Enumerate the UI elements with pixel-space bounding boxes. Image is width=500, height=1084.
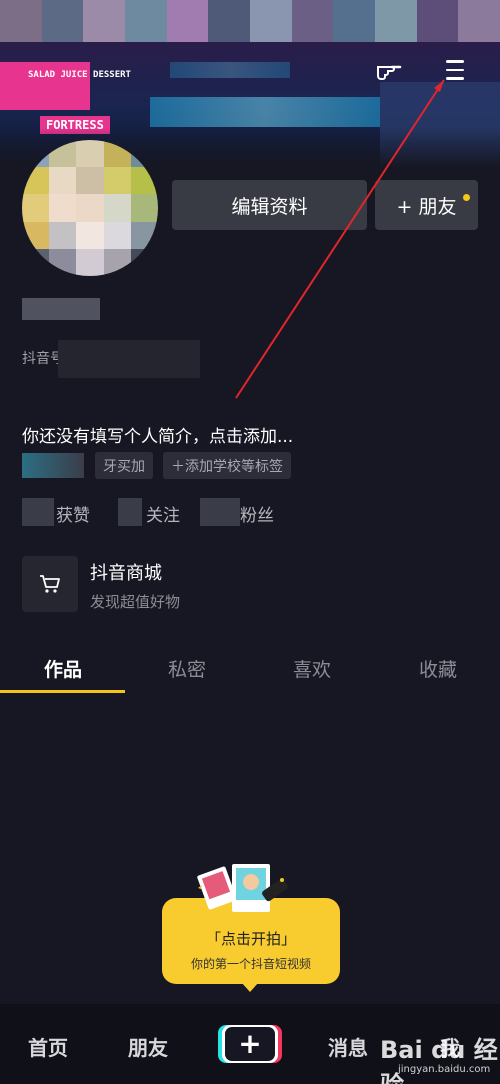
tab-favorites[interactable]: 收藏: [383, 655, 493, 682]
shop-title[interactable]: 抖音商城: [90, 559, 162, 585]
tab-likes[interactable]: 喜欢: [257, 655, 367, 682]
bio-placeholder[interactable]: 你还没有填写个人简介，点击添加...: [22, 422, 293, 447]
hamburger-menu-icon[interactable]: [440, 56, 470, 84]
plus-icon: +: [225, 1027, 275, 1061]
profile-page: SALAD JUICE DESSERT FORTRESS 编辑资料 + 朋友 抖…: [0, 0, 500, 1084]
tab-private[interactable]: 私密: [132, 655, 242, 682]
pointing-hand-icon[interactable]: [374, 56, 404, 84]
add-friend-label: + 朋友: [396, 195, 457, 218]
active-tab-indicator: [0, 690, 125, 693]
shoot-prompt-subtitle: 你的第一个抖音短视频: [190, 957, 311, 971]
avatar[interactable]: [22, 140, 158, 276]
likes-count-blurred: [22, 498, 54, 526]
likes-label[interactable]: 获赞: [56, 501, 90, 526]
add-school-tag[interactable]: ＋添加学校等标签: [163, 452, 291, 479]
username-blurred: [22, 298, 100, 320]
nav-messages[interactable]: 消息: [328, 1032, 368, 1061]
banner-mosaic: [0, 0, 500, 42]
shop-subtitle: 发现超值好物: [90, 593, 181, 611]
add-friend-button[interactable]: + 朋友: [375, 180, 478, 230]
camera-sticker-icon: [197, 864, 288, 912]
baidu-watermark-url: jingyan.baidu.com: [398, 1064, 491, 1075]
nav-home[interactable]: 首页: [28, 1032, 68, 1061]
tab-works[interactable]: 作品: [8, 655, 118, 682]
shopping-cart-icon[interactable]: [22, 556, 78, 612]
following-label[interactable]: 关注: [146, 501, 180, 526]
followers-count-blurred: [200, 498, 240, 526]
baidu-watermark: Bai du 经验: [380, 1036, 498, 1084]
create-video-button[interactable]: +: [222, 1025, 278, 1063]
edit-profile-button[interactable]: 编辑资料: [172, 180, 367, 230]
douyin-id-blurred: [58, 340, 200, 378]
banner-sign-salad: SALAD JUICE DESSERT: [28, 70, 131, 80]
gender-tag-blurred: [22, 453, 84, 478]
notification-dot: [463, 194, 470, 201]
nav-friends[interactable]: 朋友: [128, 1032, 168, 1061]
location-tag[interactable]: 牙买加: [95, 452, 153, 479]
following-count-blurred: [118, 498, 142, 526]
shoot-prompt-title: 「点击开拍」: [205, 930, 296, 948]
followers-label[interactable]: 粉丝: [240, 501, 274, 526]
